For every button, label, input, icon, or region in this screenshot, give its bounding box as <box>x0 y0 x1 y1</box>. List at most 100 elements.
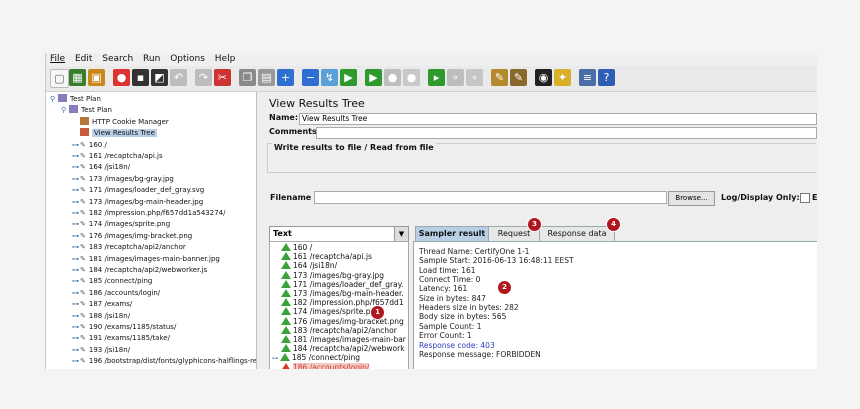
tree-expander-icon[interactable]: ⊶ <box>72 288 80 299</box>
search-icon[interactable]: ◉ <box>535 69 552 86</box>
reset-search-icon[interactable]: ✦ <box>554 69 571 86</box>
tree-expander-icon[interactable]: ⊶ <box>72 333 80 344</box>
tree-node[interactable]: ⊶✎ 190 /exams/1185/status/ <box>72 322 176 333</box>
shutdown-icon[interactable]: ● <box>403 69 420 86</box>
menu-options[interactable]: Options <box>170 54 205 64</box>
open-icon[interactable]: ▣ <box>88 69 105 86</box>
tree-node[interactable]: ⊶✎ 176 /images/img-bracket.png <box>72 231 192 242</box>
tree-node[interactable]: ⊶✎ 174 /images/sprite.png <box>72 219 170 230</box>
clear-icon[interactable]: ✎ <box>491 69 508 86</box>
result-row[interactable]: ⊶ 185 /connect/ping <box>272 353 360 362</box>
tree-node[interactable]: ⚲ Test Plan <box>61 105 112 116</box>
result-row[interactable]: 164 /jsi18n/ <box>272 261 337 270</box>
tree-node[interactable]: ⊶✎ 182 /impression.php/f657dd1a543274/ <box>72 208 225 219</box>
tree-node[interactable]: HTTP Cookie Manager <box>72 116 169 128</box>
tree-node[interactable]: ⊶✎ 171 /images/loader_def_gray.svg <box>72 185 204 196</box>
copy-icon[interactable]: ❐ <box>239 69 256 86</box>
name-field[interactable]: View Results Tree <box>299 113 817 125</box>
filename-field[interactable] <box>314 191 667 204</box>
start-icon[interactable]: ▶ <box>340 69 357 86</box>
result-row[interactable]: 173 /images/bg-gray.jpg <box>272 270 384 280</box>
tree-expander-icon[interactable]: ⊶ <box>72 197 80 208</box>
result-row[interactable]: 171 /images/loader_def_gray. <box>272 279 403 289</box>
result-row[interactable]: 182 /impression.php/f657dd1 <box>272 298 404 307</box>
result-row[interactable]: 176 /images/img-bracket.png <box>272 316 404 326</box>
help-icon[interactable]: ? <box>598 69 615 86</box>
collapse-icon[interactable]: − <box>302 69 319 86</box>
tree-node[interactable]: ⊶✎ 181 /images/images-main-banner.jpg <box>72 254 220 265</box>
tab-response-data[interactable]: Response data <box>539 226 615 241</box>
tree-node[interactable]: ⊶✎ 188 /jsi18n/ <box>72 311 130 322</box>
tree-node[interactable]: ⚲ Test Plan <box>50 94 101 105</box>
stop-icon[interactable]: ● <box>384 69 401 86</box>
save-as-icon[interactable]: ◩ <box>151 69 168 86</box>
cut-icon[interactable]: ✂ <box>214 69 231 86</box>
tree-node[interactable]: ⊶✎ 196 /bootstrap/dist/fonts/glyphicons-h… <box>72 356 256 367</box>
tree-node[interactable]: ⊶✎ 193 /jsi18n/ <box>72 345 130 356</box>
tree-expander-icon[interactable]: ⊶ <box>72 208 80 219</box>
toggle-icon[interactable]: ↯ <box>321 69 338 86</box>
expander-icon[interactable]: ⊶ <box>272 355 278 362</box>
tree-node[interactable]: ⊶✎ 173 /images/bg-gray.jpg <box>72 174 174 185</box>
tree-node[interactable]: ⊶✎ 183 /recaptcha/api2/anchor <box>72 242 186 253</box>
tree-expander-icon[interactable]: ⊶ <box>72 219 80 230</box>
menu-file[interactable]: File <box>50 54 65 64</box>
tree-node[interactable]: ⊶✎ 161 /recaptcha/api.js <box>72 151 163 162</box>
remote-start-icon[interactable]: ▸ <box>428 69 445 86</box>
tree-expander-icon[interactable]: ⊶ <box>72 151 80 162</box>
save-icon[interactable]: ▪ <box>132 69 149 86</box>
comments-field[interactable] <box>316 127 817 139</box>
paste-icon[interactable]: ▤ <box>258 69 275 86</box>
tree-expander-icon[interactable]: ⊶ <box>72 299 80 310</box>
tree-node[interactable]: ⊶✎ 187 /exams/ <box>72 299 132 310</box>
redo-icon[interactable]: ↷ <box>195 69 212 86</box>
new-icon[interactable]: ▢ <box>50 69 69 88</box>
tree-expander-icon[interactable]: ⊶ <box>72 276 80 287</box>
tree-expander-icon[interactable]: ⊶ <box>72 322 80 333</box>
tree-expander-icon[interactable]: ⊶ <box>72 231 80 242</box>
tree-expander-icon[interactable]: ⊶ <box>72 254 80 265</box>
tree-expander-icon[interactable]: ⊶ <box>72 356 80 367</box>
tree-expander-icon[interactable]: ⚲ <box>61 105 69 116</box>
undo-icon[interactable]: ↶ <box>170 69 187 86</box>
tree-expander-icon[interactable]: ⊶ <box>72 311 80 322</box>
tree-expander-icon[interactable]: ⊶ <box>72 162 80 173</box>
clear-all-icon[interactable]: ✎ <box>510 69 527 86</box>
renderer-select[interactable]: Text ▼ <box>269 226 409 242</box>
remote-stop-icon[interactable]: ∘ <box>447 69 464 86</box>
tree-node[interactable]: ⊶✎ 184 /recaptcha/api2/webworker.js <box>72 265 207 276</box>
tree-expander-icon[interactable]: ⊶ <box>72 265 80 276</box>
tree-node[interactable]: ⊶✎ 191 /exams/1185/take/ <box>72 333 170 344</box>
browse-button[interactable]: Browse... <box>668 191 715 206</box>
expand-icon[interactable]: + <box>277 69 294 86</box>
tree-node[interactable]: ⊶✎ 186 /accounts/login/ <box>72 288 160 299</box>
tree-node[interactable]: View Results Tree <box>72 128 157 139</box>
tree-node[interactable]: ⊶✎ 173 /images/bg-main-header.jpg <box>72 197 203 208</box>
tree-expander-icon[interactable]: ⊶ <box>72 140 80 151</box>
function-helper-icon[interactable]: ≡ <box>579 69 596 86</box>
result-row[interactable]: 160 / <box>272 243 312 252</box>
tree-expander-icon[interactable]: ⊶ <box>72 174 80 185</box>
tree-expander-icon[interactable]: ⚲ <box>50 94 58 105</box>
templates-icon[interactable]: ▦ <box>69 69 86 86</box>
tree-node[interactable]: ⊶✎ 160 / <box>72 140 107 151</box>
results-list[interactable]: 160 /161 /recaptcha/api.js 164 /jsi18n/17… <box>269 241 409 369</box>
remote-exit-icon[interactable]: ∘ <box>466 69 483 86</box>
menu-run[interactable]: Run <box>143 54 160 64</box>
result-row[interactable]: 184 /recaptcha/api2/webwork <box>272 344 405 353</box>
start-no-pause-icon[interactable]: ▶ <box>365 69 382 86</box>
tree-node[interactable]: ⊶✎ 164 /jsi18n/ <box>72 162 130 173</box>
log-display-checkbox[interactable] <box>800 193 810 203</box>
tab-sampler-result[interactable]: Sampler result <box>415 226 489 241</box>
result-row[interactable]: 161 /recaptcha/api.js <box>272 252 372 261</box>
menu-edit[interactable]: Edit <box>75 54 92 64</box>
tree-expander-icon[interactable]: ⊶ <box>72 345 80 356</box>
tree-expander-icon[interactable]: ⊶ <box>72 185 80 196</box>
tree-node[interactable]: ⊶✎ 185 /connect/ping <box>72 276 152 287</box>
result-row[interactable]: 173 /images/bg-main-header. <box>272 289 404 298</box>
menu-help[interactable]: Help <box>215 54 236 64</box>
result-row[interactable]: 174 /images/sprite.png <box>272 307 380 316</box>
result-row[interactable]: 181 /images/images-main-bar <box>272 335 406 344</box>
open-recent-icon[interactable]: ● <box>113 69 130 86</box>
result-row[interactable]: 186 /accounts/login/ <box>272 362 370 369</box>
